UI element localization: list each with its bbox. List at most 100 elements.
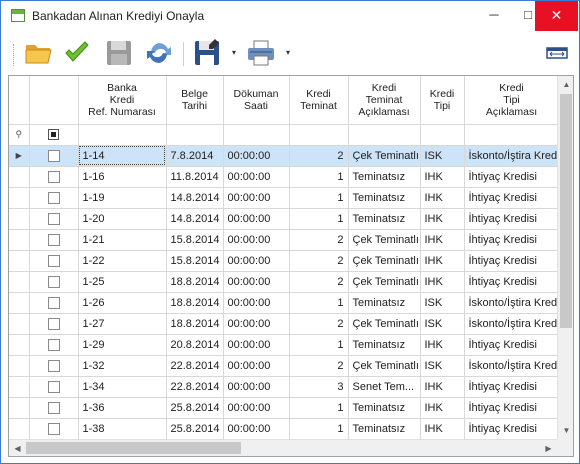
filter-cell[interactable] [420, 124, 465, 146]
cell-ref[interactable]: 1-19 [78, 187, 167, 209]
cell-ref[interactable]: 1-34 [78, 376, 167, 398]
cell-date[interactable]: 15.8.2014 [166, 229, 224, 251]
cell-tip[interactable]: IHK [420, 187, 465, 209]
cell-teminat-desc[interactable]: Teminatsız [348, 397, 421, 419]
cell-time[interactable]: 00:00:00 [223, 187, 290, 209]
cell-teminat[interactable]: 2 [289, 313, 349, 335]
cell-ref[interactable]: 1-29 [78, 334, 167, 356]
cell-teminat-desc[interactable]: Çek Teminatlı [348, 250, 421, 272]
minimize-button[interactable]: ─ [477, 1, 511, 31]
cell-ref[interactable]: 1-14 [78, 145, 167, 167]
cell-teminat-desc[interactable]: Çek Teminatlı [348, 229, 421, 251]
cell-teminat-desc[interactable]: Çek Teminatlı [348, 355, 421, 377]
cell-tip-desc[interactable]: İskonto/İştira Kredi [464, 313, 560, 335]
row-checkbox[interactable] [29, 250, 79, 272]
row-checkbox[interactable] [29, 271, 79, 293]
cell-date[interactable]: 25.8.2014 [166, 418, 224, 440]
cell-teminat[interactable]: 3 [289, 376, 349, 398]
row-checkbox[interactable] [29, 229, 79, 251]
cell-tip-desc[interactable]: İhtiyaç Kredisi [464, 376, 560, 398]
cell-time[interactable]: 00:00:00 [223, 229, 290, 251]
scroll-left-arrow[interactable]: ◀ [9, 440, 26, 456]
filter-cell[interactable] [289, 124, 349, 146]
cell-teminat-desc[interactable]: Teminatsız [348, 334, 421, 356]
column-width-icon[interactable] [541, 38, 573, 68]
cell-tip-desc[interactable]: İhtiyaç Kredisi [464, 208, 560, 230]
cell-date[interactable]: 7.8.2014 [166, 145, 224, 167]
cell-tip-desc[interactable]: İhtiyaç Kredisi [464, 271, 560, 293]
cell-time[interactable]: 00:00:00 [223, 166, 290, 188]
cell-date[interactable]: 15.8.2014 [166, 250, 224, 272]
cell-ref[interactable]: 1-36 [78, 397, 167, 419]
cell-tip-desc[interactable]: İskonto/İştira Kredi [464, 145, 560, 167]
filter-cell[interactable] [166, 124, 224, 146]
cell-ref[interactable]: 1-27 [78, 313, 167, 335]
col-header-teminat[interactable]: Kredi Teminat [289, 76, 349, 125]
col-header-time[interactable]: Dökuman Saati [223, 76, 290, 125]
cell-teminat[interactable]: 1 [289, 292, 349, 314]
cell-teminat[interactable]: 2 [289, 250, 349, 272]
cell-teminat-desc[interactable]: Teminatsız [348, 187, 421, 209]
cell-time[interactable]: 00:00:00 [223, 145, 290, 167]
cell-tip-desc[interactable]: İhtiyaç Kredisi [464, 250, 560, 272]
cell-time[interactable]: 00:00:00 [223, 376, 290, 398]
filter-cell[interactable] [78, 124, 167, 146]
cell-tip[interactable]: ISK [420, 313, 465, 335]
cell-teminat[interactable]: 2 [289, 229, 349, 251]
cell-ref[interactable]: 1-32 [78, 355, 167, 377]
cell-time[interactable]: 00:00:00 [223, 250, 290, 272]
cell-time[interactable]: 00:00:00 [223, 334, 290, 356]
cell-teminat-desc[interactable]: Teminatsız [348, 208, 421, 230]
checkmark-icon[interactable] [61, 38, 93, 68]
cell-teminat[interactable]: 2 [289, 145, 349, 167]
cell-teminat[interactable]: 2 [289, 271, 349, 293]
cell-teminat[interactable]: 1 [289, 397, 349, 419]
cell-tip-desc[interactable]: İhtiyaç Kredisi [464, 334, 560, 356]
row-checkbox[interactable] [29, 355, 79, 377]
table-row[interactable]: 1-34 22.8.2014 00:00:00 3 Senet Tem... IHK İht… [9, 376, 560, 398]
cell-date[interactable]: 18.8.2014 [166, 292, 224, 314]
cell-teminat-desc[interactable]: Teminatsız [348, 292, 421, 314]
cell-tip[interactable]: IHK [420, 229, 465, 251]
cell-time[interactable]: 00:00:00 [223, 208, 290, 230]
row-checkbox[interactable] [29, 292, 79, 314]
cell-tip[interactable]: IHK [420, 418, 465, 440]
row-checkbox[interactable] [29, 145, 79, 167]
cell-time[interactable]: 00:00:00 [223, 397, 290, 419]
col-header-tip[interactable]: Kredi Tipi [420, 76, 465, 125]
cell-tip-desc[interactable]: İskonto/İştira Kredi [464, 292, 560, 314]
cell-teminat-desc[interactable]: Teminatsız [348, 166, 421, 188]
cell-date[interactable]: 18.8.2014 [166, 313, 224, 335]
cell-tip[interactable]: IHK [420, 334, 465, 356]
scroll-right-arrow[interactable]: ▶ [540, 440, 557, 456]
cell-tip-desc[interactable]: İhtiyaç Kredisi [464, 397, 560, 419]
cell-teminat-desc[interactable]: Çek Teminatlı [348, 313, 421, 335]
filter-cell[interactable] [464, 124, 560, 146]
col-header-date[interactable]: Belge Tarihi [166, 76, 224, 125]
table-row[interactable]: 1-36 25.8.2014 00:00:00 1 Teminatsız IHK İhtiy… [9, 397, 560, 419]
row-checkbox[interactable] [29, 187, 79, 209]
filter-cell[interactable] [223, 124, 290, 146]
col-header-ref[interactable]: Banka Kredi Ref. Numarası [78, 76, 167, 125]
cell-tip-desc[interactable]: İhtiyaç Kredisi [464, 166, 560, 188]
cell-time[interactable]: 00:00:00 [223, 418, 290, 440]
cell-tip[interactable]: IHK [420, 271, 465, 293]
cell-teminat[interactable]: 1 [289, 166, 349, 188]
vertical-scrollbar[interactable]: ▲ ▼ [557, 76, 573, 439]
cell-tip[interactable]: ISK [420, 145, 465, 167]
cell-tip[interactable]: IHK [420, 376, 465, 398]
cell-ref[interactable]: 1-38 [78, 418, 167, 440]
table-row[interactable]: 1-20 14.8.2014 00:00:00 1 Teminatsız IHK İhtiy… [9, 208, 560, 230]
save-dropdown-arrow[interactable]: ▾ [229, 38, 239, 68]
cell-date[interactable]: 20.8.2014 [166, 334, 224, 356]
close-button[interactable]: ✕ [535, 1, 578, 31]
cell-date[interactable]: 14.8.2014 [166, 208, 224, 230]
cell-date[interactable]: 25.8.2014 [166, 397, 224, 419]
cell-date[interactable]: 22.8.2014 [166, 355, 224, 377]
cell-teminat-desc[interactable]: Çek Teminatlı [348, 145, 421, 167]
cell-teminat[interactable]: 1 [289, 418, 349, 440]
print-dropdown-arrow[interactable]: ▾ [283, 38, 293, 68]
credit-grid[interactable]: Banka Kredi Ref. Numarası Belge Tarihi Döku… [8, 75, 574, 457]
cell-ref[interactable]: 1-21 [78, 229, 167, 251]
cell-teminat[interactable]: 1 [289, 208, 349, 230]
